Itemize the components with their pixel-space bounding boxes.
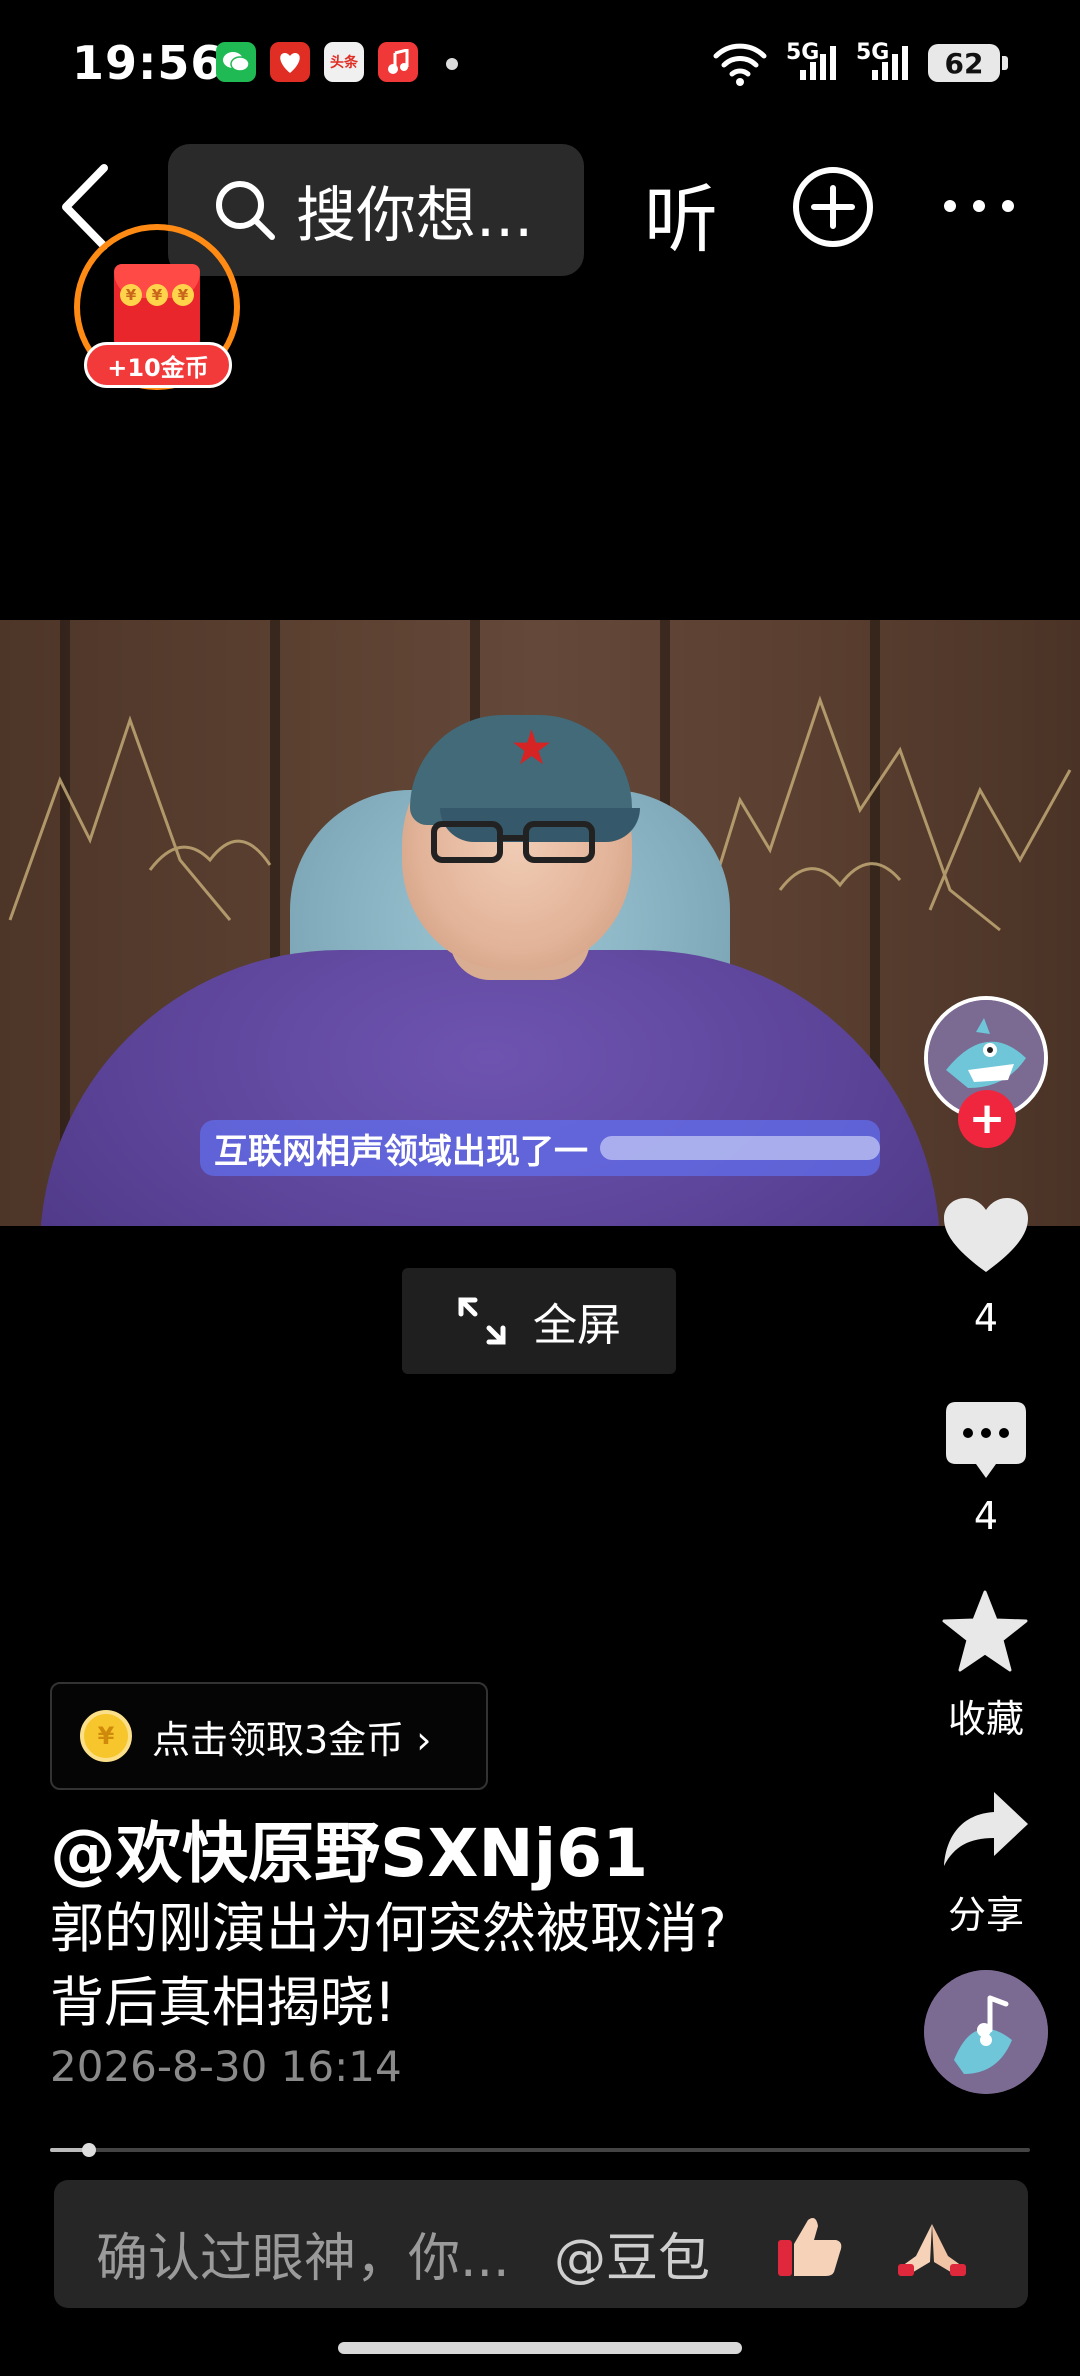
progress-handle[interactable] [82, 2143, 97, 2157]
subtitle-text: 互联网相声领域出现了一 [214, 1131, 588, 1172]
search-text: 搜你想... [296, 180, 534, 251]
glasses [431, 821, 595, 863]
speaker-shirt-front [40, 950, 940, 1226]
author-name[interactable]: @欢快原野SXNj61 [50, 1800, 648, 1896]
description-line: 背后真相揭晓! [50, 1971, 396, 2034]
music-disc[interactable] [924, 1970, 1048, 2094]
like-count: 4 [973, 1296, 999, 1340]
yen-coin-icon: ¥ [120, 284, 142, 306]
subtitle-blurred [600, 1136, 880, 1160]
wifi-icon [713, 43, 767, 86]
comment-button[interactable] [946, 1402, 1026, 1478]
star-icon: ★ [510, 720, 554, 776]
more-dot [973, 200, 985, 212]
claim-coins-button[interactable]: ¥ 点击领取3金币 › [50, 1682, 488, 1790]
expand-icon [458, 1297, 506, 1345]
battery-level: 62 [944, 46, 984, 80]
yen-coin-icon: ¥ [172, 284, 194, 306]
gold-coin-icon: ¥ [80, 1710, 132, 1762]
shark-music-icon [924, 1970, 1048, 2094]
pinduoduo-icon [270, 42, 310, 82]
screen: 19:56 头条 5G 5G 62 搜你想... 听 ¥ ¥ ¥ +10金币 ★… [0, 0, 1080, 2376]
more-dot [1002, 200, 1014, 212]
more-options-button[interactable] [944, 200, 1014, 214]
comment-placeholder: 确认过眼神，你... [96, 2229, 510, 2289]
add-button[interactable] [792, 166, 874, 248]
status-time: 19:56 [72, 36, 224, 90]
signal-icon-1 [800, 44, 836, 80]
more-dot [944, 200, 956, 212]
doubao-mention[interactable]: @豆包 [554, 2216, 710, 2291]
battery-indicator: 62 [928, 44, 1008, 82]
yen-coin-icon: ¥ [146, 284, 168, 306]
red-packet-icon: ¥ ¥ ¥ [114, 264, 200, 352]
claim-coins-label: 点击领取3金币 › [152, 1717, 432, 1762]
video-player[interactable]: ★ 互联网相声领域出现了一 [0, 620, 1080, 1226]
favorite-label: 收藏 [947, 1697, 1024, 1741]
notification-dot [446, 58, 458, 70]
toutiao-label: 头条 [330, 55, 358, 71]
thumbs-up-emoji-icon[interactable] [774, 2210, 846, 2282]
comment-count: 4 [973, 1494, 999, 1538]
status-bar: 19:56 头条 5G 5G 62 [0, 0, 1080, 120]
favorite-button[interactable] [942, 1590, 1028, 1672]
fullscreen-button[interactable]: 全屏 [402, 1268, 676, 1374]
coin-reward-tag: +10金币 [84, 342, 232, 388]
home-indicator[interactable] [338, 2342, 742, 2354]
playback-progress-bar[interactable] [50, 2143, 1030, 2157]
music-icon [378, 42, 418, 82]
listen-button[interactable]: 听 [644, 160, 718, 267]
post-description: 郭的刚演出为何突然被取消? 背后真相揭晓! [50, 1892, 870, 2040]
comment-input[interactable]: 确认过眼神，你... @豆包 [54, 2180, 1028, 2308]
signal-icon-2 [872, 44, 908, 80]
video-subtitle: 互联网相声领域出现了一 [200, 1120, 880, 1176]
follow-button[interactable]: + [958, 1090, 1016, 1148]
share-button[interactable] [944, 1792, 1028, 1868]
fullscreen-label: 全屏 [533, 1300, 621, 1351]
wechat-icon [216, 42, 256, 82]
like-button[interactable] [944, 1198, 1028, 1274]
post-timestamp: 2026-8-30 16:14 [50, 2042, 402, 2091]
toutiao-icon: 头条 [324, 42, 364, 82]
description-line: 郭的刚演出为何突然被取消? [50, 1897, 727, 1960]
coin-reward-widget[interactable]: ¥ ¥ ¥ +10金币 [74, 224, 244, 394]
share-label: 分享 [947, 1893, 1024, 1937]
praying-hands-emoji-icon[interactable] [896, 2210, 968, 2282]
